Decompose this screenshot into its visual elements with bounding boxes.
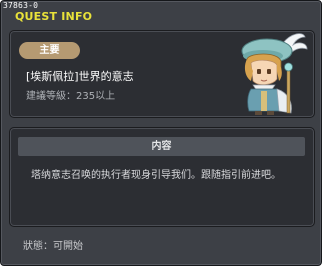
quest-name: [埃斯佩拉]世界的意志 (26, 70, 134, 83)
quest-info-window: 37863-0 QUEST INFO 主要 [埃斯佩拉]世界的意志 建議等級：2… (0, 0, 322, 266)
npc-portrait-icon (241, 33, 308, 115)
window-title[interactable]: QUEST INFO (15, 10, 92, 23)
recommended-level: 建議等級：235以上 (26, 91, 116, 102)
quest-description: 塔纳意志召唤的执行者现身引导我们。跟随指引前进吧。 (31, 170, 281, 181)
quest-status: 狀態：可開始 (23, 241, 83, 252)
quest-id: 37863-0 (3, 1, 39, 10)
quest-type-badge: 主要 (19, 42, 80, 59)
content-section-title: 内容 (18, 137, 305, 156)
